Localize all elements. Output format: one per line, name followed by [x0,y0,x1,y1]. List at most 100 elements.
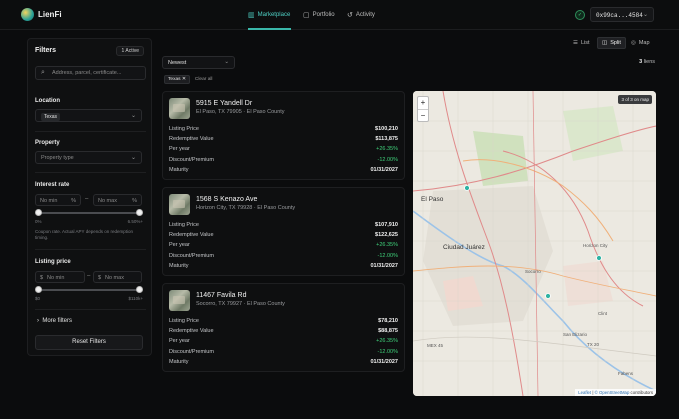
property-thumbnail [169,98,190,119]
map-zoom-control: + − [417,96,429,122]
row-value: $88,875 [378,328,398,334]
app-name[interactable]: LienFi [38,10,62,19]
row-per-year: Per year +26.35% [169,242,398,248]
nav-portfolio[interactable]: ▢ Portfolio [303,11,335,19]
row-value: $122,625 [375,232,398,238]
map-label: El Paso [421,196,444,203]
interest-rate-note: Coupon rate. Actual APY depends on redem… [35,229,133,240]
view-split-button[interactable]: ◫ Split [597,37,626,49]
close-icon[interactable]: ✕ [182,77,186,82]
shield-check-icon[interactable]: ✓ [575,10,585,20]
location-select[interactable]: Texas ⌄ [35,109,142,122]
reset-filters-button[interactable]: Reset Filters [35,335,143,350]
briefcase-icon: ▢ [303,12,310,19]
row-label: Listing Price [169,126,199,132]
filters-title: Filters [35,47,57,54]
chevron-down-icon: ⌄ [224,59,229,65]
price-min-placeholder: No min [47,275,65,281]
row-label: Redemptive Value [169,136,214,142]
property-thumbnail [169,290,190,311]
more-filters-toggle[interactable]: › More filters [37,318,72,324]
row-label: Per year [169,146,190,152]
divider [35,309,146,310]
map-label: MEX 45 [427,343,444,348]
range-dash: – [87,273,91,279]
nav-portfolio-label: Portfolio [312,12,335,18]
property-type-select[interactable]: Property type ⌄ [35,151,142,164]
row-value: +26.35% [376,338,398,344]
row-label: Maturity [169,263,189,269]
view-list-button[interactable]: ☰ List [569,37,594,49]
osm-link[interactable]: © OpenStreetMap [595,390,630,395]
row-label: Discount/Premium [169,253,214,259]
attribution-suffix: contributors [630,390,653,395]
wallet-button[interactable]: 0x99ca...4584 ⌄ [590,7,654,22]
top-nav-bar: LienFi ▥ Marketplace ▢ Portfolio ↺ Activ… [0,0,679,30]
interest-max-label: 6.50%+ [127,219,143,224]
zoom-in-button[interactable]: + [418,97,428,109]
range-dash: – [85,196,89,202]
active-nav-indicator [248,28,291,30]
row-discount: Discount/Premium -12.00% [169,253,398,259]
price-min-handle[interactable] [34,286,42,293]
interest-max-placeholder: No max [98,198,117,204]
interest-min-handle[interactable] [34,209,42,216]
listing-card[interactable]: 11467 Favila Rd Socorro, TX 79927 · El P… [162,283,405,372]
row-value: $107,910 [375,222,398,228]
map-label: Socorro [525,269,541,274]
row-maturity: Maturity 01/31/2027 [169,263,398,269]
divider [35,172,146,173]
zoom-out-button[interactable]: − [418,109,428,121]
price-max-handle[interactable] [135,286,143,293]
row-value: -12.00% [377,157,399,163]
nav-activity[interactable]: ↺ Activity [347,11,375,19]
filter-chip-label: Texas [168,77,181,82]
interest-min-placeholder: No min [40,198,58,204]
listing-address: 5915 E Yandell Dr [196,100,253,107]
row-label: Listing Price [169,222,199,228]
listing-card[interactable]: 1568 S Kenazo Ave Horizon City, TX 79928… [162,187,405,276]
map-label: Clint [598,311,608,316]
row-value: 01/31/2027 [370,359,398,365]
price-min-input[interactable]: $ No min [35,271,85,283]
row-listing-price: Listing Price $78,210 [169,318,398,324]
results-count-number: 3 [639,59,643,65]
map-view[interactable]: El Paso Ciudad Juárez Horizon City Socor… [413,91,656,396]
lienfi-logo-icon[interactable] [21,8,34,21]
row-label: Redemptive Value [169,328,214,334]
search-icon: ⌕ [41,69,45,76]
interest-rate-slider[interactable] [38,212,139,214]
row-discount: Discount/Premium -12.00% [169,157,398,163]
price-min-label: $0 [35,296,41,301]
active-filter-chips: Texas ✕ Clear all [164,75,213,84]
listing-price-slider[interactable] [38,289,139,291]
clear-all-link[interactable]: Clear all [195,77,213,82]
map-label: Ciudad Juárez [443,244,485,251]
listing-card[interactable]: 5915 E Yandell Dr El Paso, TX 79905 · El… [162,91,405,180]
interest-max-input[interactable]: No max % [93,194,142,206]
row-value: +26.35% [376,242,398,248]
leaflet-link[interactable]: Leaflet [578,390,591,395]
listing-price-label: Listing price [35,259,71,265]
more-filters-label: More filters [42,318,73,324]
sort-value: Newest [168,60,187,66]
row-value: +26.35% [376,146,398,152]
map-label: TX 20 [587,342,600,347]
row-value: $100,210 [375,126,398,132]
filters-panel: Filters 1 Active ⌕ Address, parcel, cert… [27,38,152,356]
price-max-input[interactable]: $ No max [93,271,142,283]
search-input[interactable]: ⌕ Address, parcel, certificate... [35,66,146,80]
filter-chip-texas[interactable]: Texas ✕ [164,75,190,84]
nav-marketplace[interactable]: ▥ Marketplace [248,11,290,19]
location-label: Location [35,98,60,104]
active-filters-badge: 1 Active [116,46,144,56]
interest-max-handle[interactable] [135,209,143,216]
sort-select[interactable]: Newest ⌄ [162,56,235,69]
property-thumbnail [169,194,190,215]
row-per-year: Per year +26.35% [169,338,398,344]
search-placeholder: Address, parcel, certificate... [52,70,122,76]
percent-unit: % [132,198,137,204]
interest-min-input[interactable]: No min % [35,194,81,206]
chevron-down-icon: ⌄ [642,12,648,18]
view-map-button[interactable]: ◎ Map [627,37,654,49]
